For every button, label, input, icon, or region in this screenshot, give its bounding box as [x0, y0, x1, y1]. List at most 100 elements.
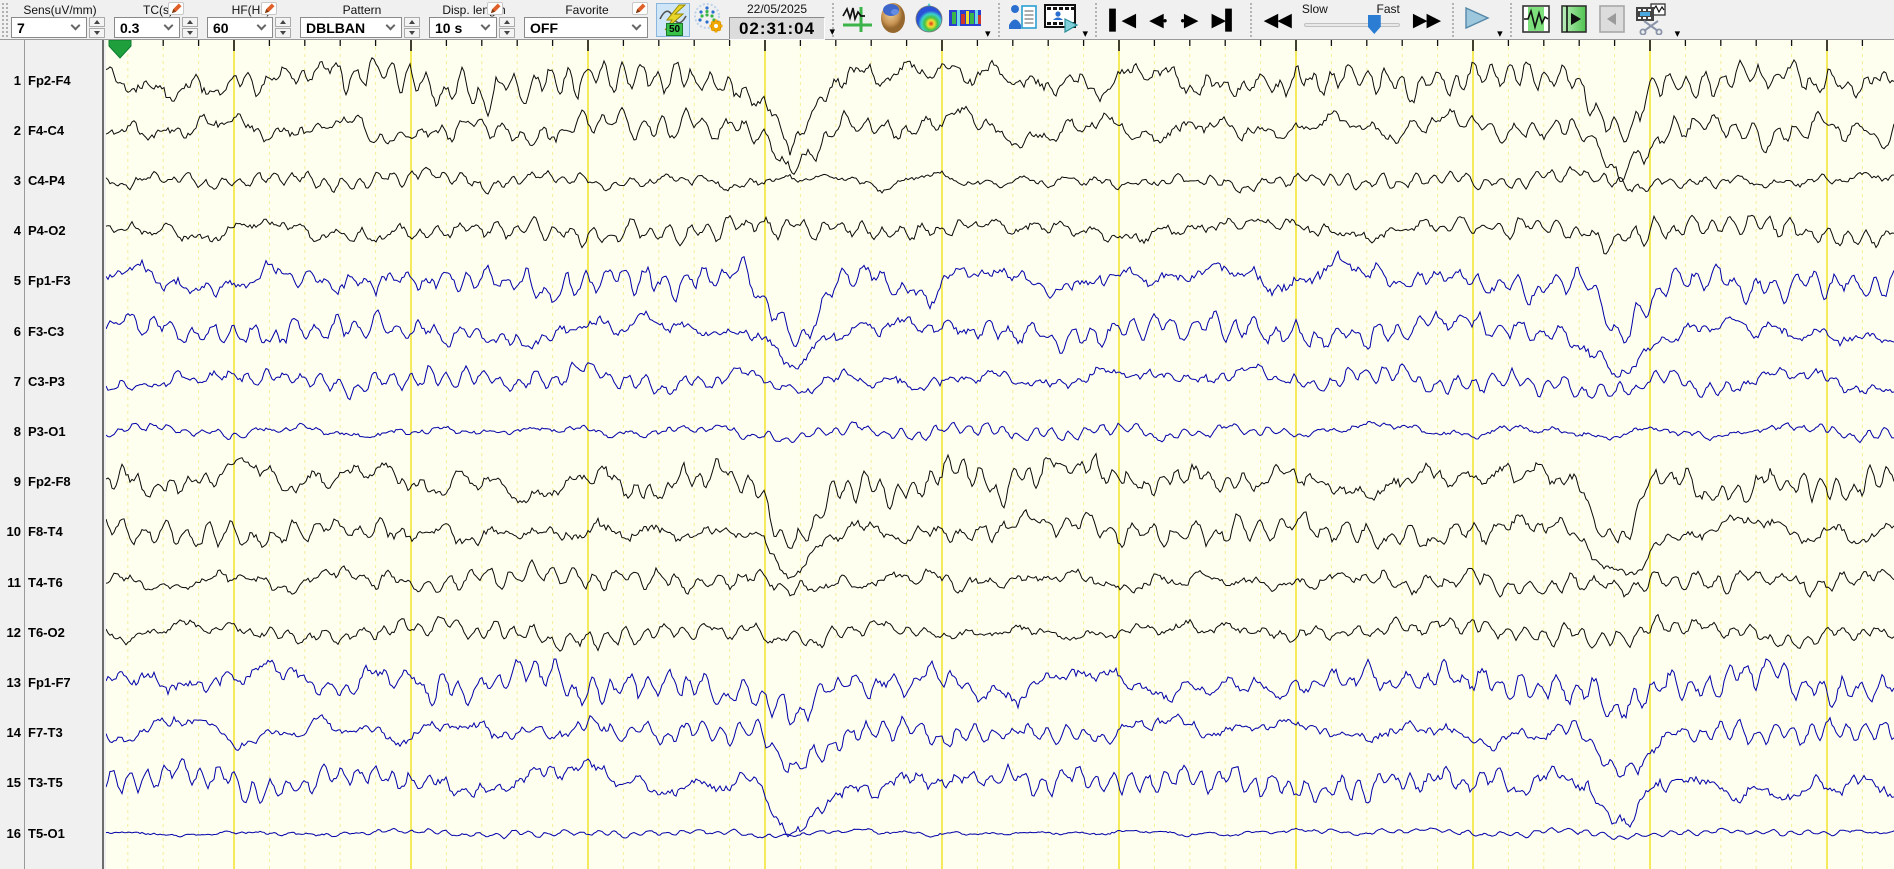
eeg-traces-svg[interactable] [106, 40, 1894, 869]
high-freq-spin-up[interactable] [275, 17, 291, 27]
chevron-down-icon [480, 20, 491, 31]
play-icon [1463, 6, 1491, 35]
channel-row-c4-p4[interactable]: 3 C4-P4 [0, 171, 100, 189]
pattern-spin-down[interactable] [404, 28, 420, 38]
slider-track[interactable] [1303, 23, 1400, 27]
video-dropdown-arrow[interactable]: ▾ [1083, 29, 1089, 40]
toolbar-separator [1509, 3, 1512, 37]
channel-number: 11 [7, 574, 21, 590]
segment-back-icon [1598, 4, 1625, 38]
display-length-combobox[interactable]: 10 s [429, 17, 497, 38]
waveform-cross-icon [841, 3, 873, 38]
toolbar-separator [1249, 3, 1252, 37]
montage-settings-button[interactable] [692, 2, 726, 39]
channel-panel-divider [24, 40, 25, 869]
time-constant-value: 0.3 [120, 19, 140, 36]
high-freq-spin-down[interactable] [275, 28, 291, 38]
spectrogram-button[interactable] [948, 3, 982, 37]
channel-row-c3-p3[interactable]: 7 C3-P3 [0, 372, 100, 390]
segment-wave-icon [1521, 4, 1550, 38]
channel-label: T6-O2 [28, 624, 65, 640]
channel-label-panel: 1 Fp2-F4 2 F4-C4 3 C4-P4 4 P4-O2 5 Fp1-F3 6 F3-C3 7 C… [0, 40, 104, 869]
channel-label: P3-O1 [28, 423, 66, 439]
channel-label: C4-P4 [28, 172, 65, 188]
channel-row-f3-c3[interactable]: 6 F3-C3 [0, 322, 100, 340]
channel-row-fp1-f7[interactable]: 13 Fp1-F7 [0, 673, 100, 691]
channel-row-t5-o1[interactable]: 16 T5-O1 [0, 824, 100, 842]
chevron-down-icon [631, 20, 642, 31]
display-length-edit-pencil-icon[interactable] [487, 2, 503, 15]
high-freq-combobox[interactable]: 60 [207, 17, 273, 38]
brain-map-3d-button[interactable] [876, 2, 910, 37]
high-freq-value: 60 [213, 19, 229, 36]
video-playback-button[interactable] [1042, 3, 1080, 37]
time-dropdown-arrow[interactable]: ▾ [829, 25, 835, 38]
channel-label: Fp1-F7 [28, 674, 71, 690]
analysis-dropdown-arrow[interactable]: ▾ [985, 29, 991, 40]
eeg-trace-canvas[interactable] [106, 40, 1894, 869]
toolbar-gripper[interactable] [2, 3, 8, 37]
notch-filter-50hz-button[interactable]: 50 [656, 3, 690, 37]
channel-row-f7-t3[interactable]: 14 F7-T3 [0, 724, 100, 742]
step-forward-button[interactable]: • ▶ [1173, 3, 1204, 37]
time-display[interactable]: 02:31:04 [729, 17, 825, 40]
time-constant-edit-pencil-icon[interactable] [168, 2, 184, 15]
channel-row-p3-o1[interactable]: 8 P3-O1 [0, 422, 100, 440]
pattern-value: DBLBAN [306, 19, 366, 36]
display-length-spin-up[interactable] [499, 17, 515, 27]
channel-number: 2 [13, 122, 21, 138]
channel-label: P4-O2 [28, 223, 66, 239]
clip-dropdown-arrow[interactable]: ▾ [1675, 29, 1681, 40]
play-button[interactable] [1460, 3, 1494, 37]
fast-forward-button[interactable]: ▶▶ [1406, 3, 1447, 37]
channel-number: 4 [13, 223, 21, 239]
high-freq-edit-pencil-icon[interactable] [261, 2, 277, 15]
display-length-spin-down[interactable] [499, 28, 515, 38]
pattern-combobox[interactable]: DBLBAN [300, 17, 402, 38]
channel-row-t3-t5[interactable]: 15 T3-T5 [0, 774, 100, 792]
go-to-end-button[interactable]: ▶▌ [1205, 3, 1245, 37]
channel-row-t6-o2[interactable]: 12 T6-O2 [0, 623, 100, 641]
chevron-down-icon [385, 20, 396, 31]
high-freq-filter-control-group: HF(Hz) 60 [207, 2, 295, 38]
sensitivity-spin-up[interactable] [89, 17, 105, 27]
channel-row-p4-o2[interactable]: 4 P4-O2 [0, 222, 100, 240]
event-marker-button[interactable] [840, 3, 874, 37]
time-constant-spin-down[interactable] [182, 28, 198, 38]
segment-back-button-disabled [1595, 4, 1629, 38]
video-clip-cut-button[interactable] [1633, 2, 1671, 38]
channel-row-t4-t6[interactable]: 11 T4-T6 [0, 573, 100, 591]
time-constant-spin-up[interactable] [182, 17, 198, 27]
patient-info-icon [1008, 3, 1038, 38]
go-to-start-button[interactable]: ▌◀ [1102, 3, 1142, 37]
pattern-spin-up[interactable] [404, 17, 420, 27]
play-dropdown-arrow[interactable]: ▾ [1497, 29, 1503, 40]
sensitivity-combobox[interactable]: 7 [11, 17, 87, 38]
favorite-edit-pencil-icon[interactable] [632, 2, 648, 15]
display-length-value: 10 s [435, 19, 463, 36]
segment-play-button[interactable] [1557, 4, 1591, 38]
channel-label: F4-C4 [28, 122, 65, 138]
favorite-label: Favorite [565, 2, 609, 17]
channel-number: 16 [6, 825, 21, 841]
topography-map-button[interactable] [912, 2, 946, 37]
channel-number: 9 [13, 474, 21, 490]
sensitivity-spin-down[interactable] [89, 28, 105, 38]
channel-row-f4-c4[interactable]: 2 F4-C4 [0, 121, 100, 139]
step-back-button[interactable]: ◀ • [1142, 3, 1173, 37]
rewind-button[interactable]: ◀◀ [1257, 3, 1298, 37]
electrode-map-gear-icon [693, 2, 725, 39]
channel-row-f8-t4[interactable]: 10 F8-T4 [0, 523, 100, 541]
channel-row-fp2-f8[interactable]: 9 Fp2-F8 [0, 473, 100, 491]
channel-number: 10 [6, 524, 21, 540]
slider-thumb[interactable] [1367, 15, 1381, 34]
segment-wave-button[interactable] [1519, 4, 1553, 38]
channel-row-fp1-f3[interactable]: 5 Fp1-F3 [0, 272, 100, 290]
channel-number: 6 [13, 323, 21, 339]
channel-number: 7 [13, 373, 21, 389]
channel-row-fp2-f4[interactable]: 1 Fp2-F4 [0, 71, 100, 89]
favorite-combobox[interactable]: OFF [524, 17, 648, 38]
patient-info-button[interactable] [1006, 3, 1040, 37]
channel-number: 1 [13, 72, 21, 88]
time-constant-combobox[interactable]: 0.3 [114, 17, 180, 38]
